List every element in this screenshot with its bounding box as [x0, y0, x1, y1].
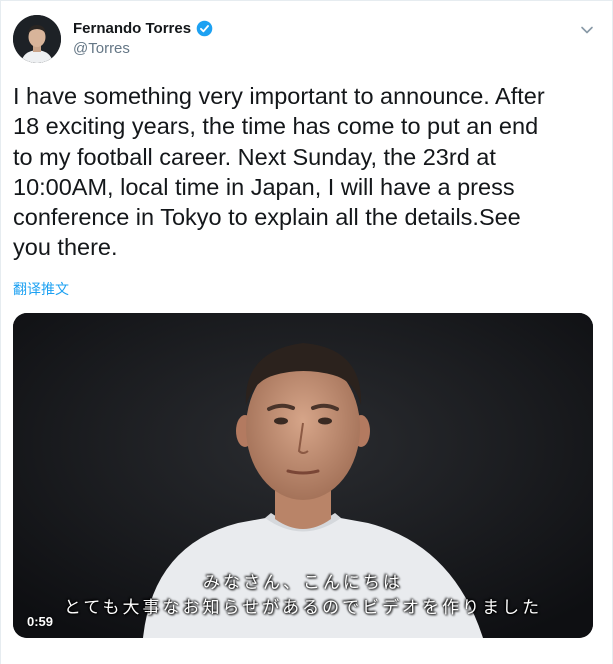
- verified-badge-icon: [196, 20, 213, 37]
- translate-tweet-link[interactable]: 翻译推文: [13, 279, 69, 299]
- user-info: Fernando Torres @Torres: [73, 20, 213, 57]
- tweet-card: Fernando Torres @Torres I have something…: [0, 0, 613, 664]
- display-name[interactable]: Fernando Torres: [73, 20, 191, 37]
- chevron-down-icon[interactable]: [580, 23, 594, 37]
- display-name-row: Fernando Torres: [73, 20, 213, 37]
- avatar[interactable]: [13, 15, 61, 63]
- video-player[interactable]: みなさん、こんにちは とても大事なお知らせがあるのでビデオを作りました 0:59: [13, 313, 593, 638]
- video-subtitle-line-2: とても大事なお知らせがあるのでビデオを作りました: [63, 598, 543, 618]
- video-subtitle-line-1: みなさん、こんにちは: [203, 573, 403, 593]
- video-duration: 0:59: [27, 614, 54, 629]
- tweet-text: I have something very important to annou…: [13, 83, 545, 261]
- handle[interactable]: @Torres: [73, 40, 213, 57]
